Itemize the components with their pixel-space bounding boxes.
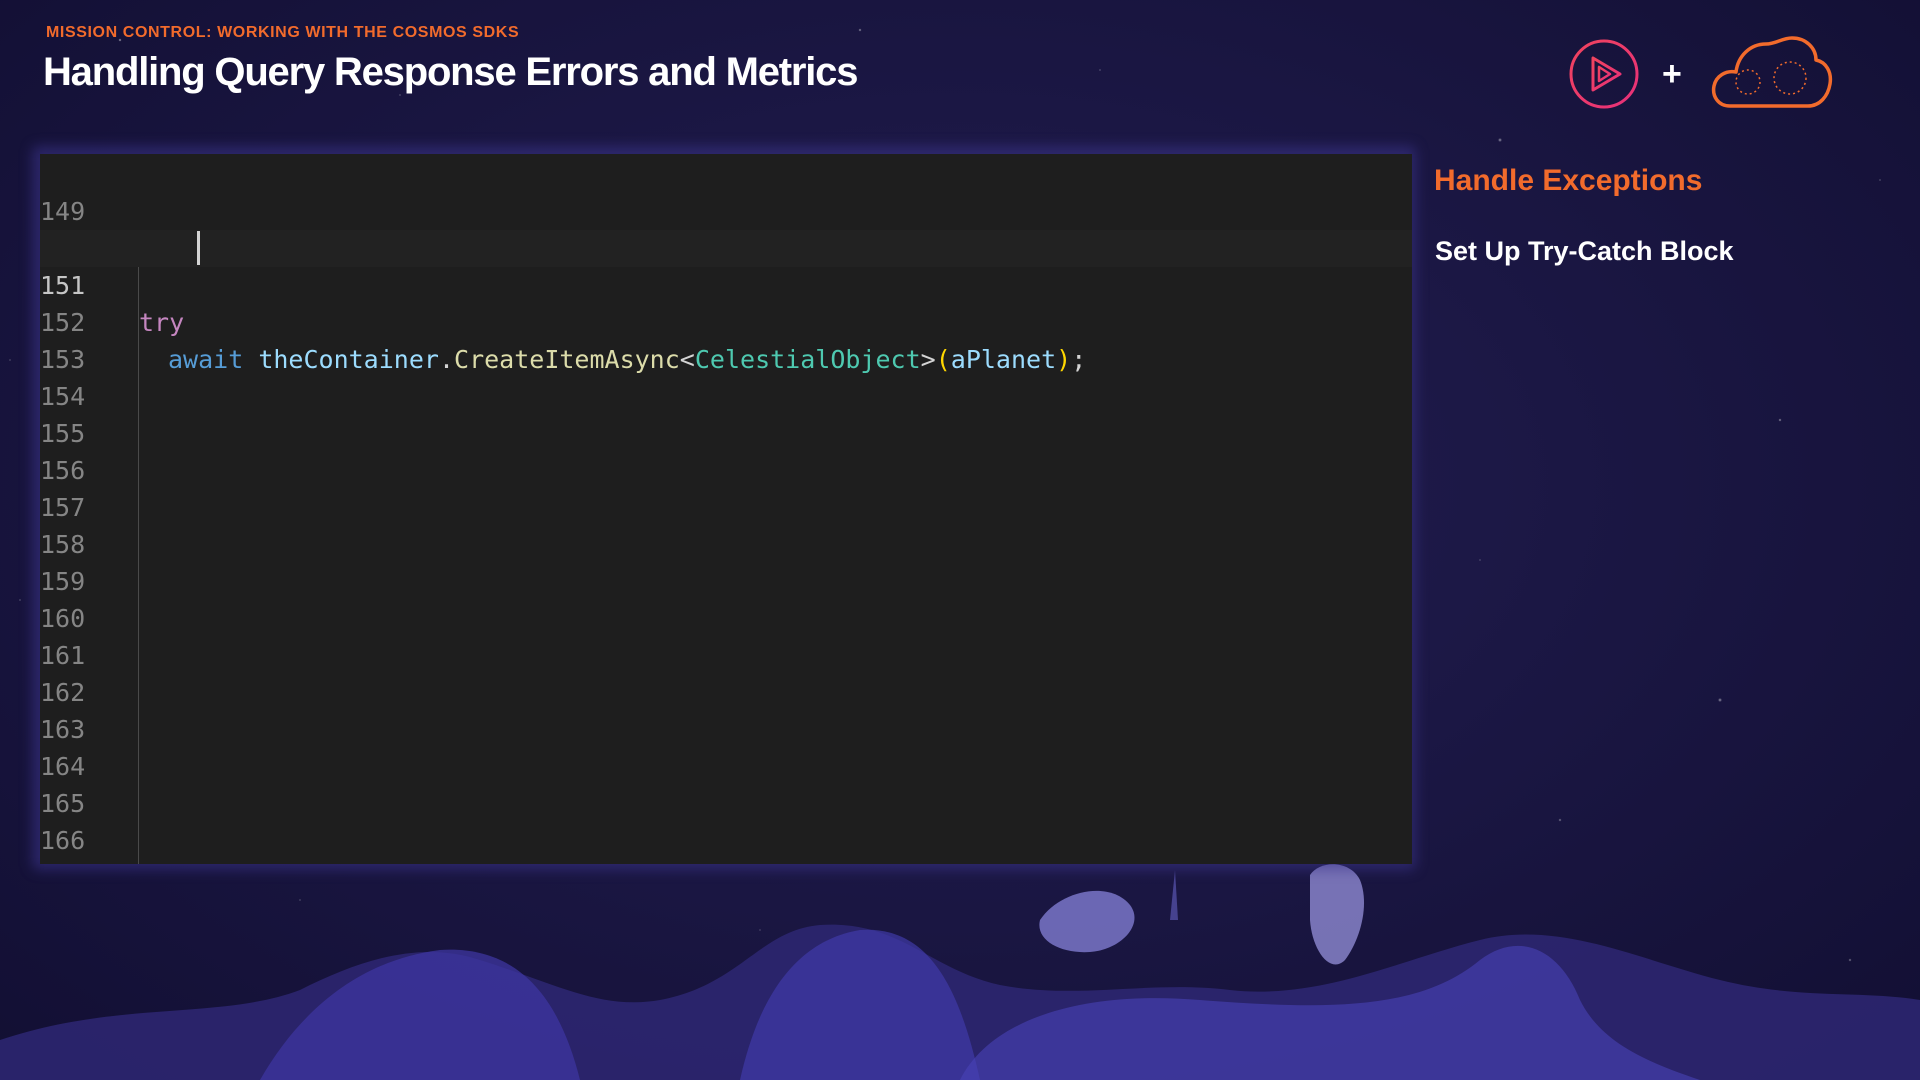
code-line[interactable]: 165 <box>40 748 1412 818</box>
code-line[interactable]: 161 <box>40 600 1412 670</box>
play-circle-icon <box>1569 39 1639 109</box>
code-line[interactable]: 156 <box>40 415 1412 485</box>
page-title: Handling Query Response Errors and Metri… <box>43 50 858 94</box>
code-line[interactable]: 159 <box>40 526 1412 596</box>
code-line[interactable]: 167 <box>40 822 1412 864</box>
code-line-current[interactable]: 151 try <box>40 230 1412 337</box>
line-number: 167 <box>40 859 85 864</box>
indent-guide <box>138 267 139 864</box>
section-heading: Handle Exceptions <box>1434 164 1703 197</box>
step-label: Set Up Try-Catch Block <box>1435 236 1734 266</box>
code-line[interactable]: 150 <box>40 193 1412 263</box>
course-eyebrow: MISSION CONTROL: WORKING WITH THE COSMOS… <box>46 24 520 41</box>
code-line[interactable]: 158 <box>40 489 1412 559</box>
code-line[interactable]: 160 <box>40 563 1412 633</box>
plus-sign: + <box>1662 55 1682 93</box>
code-line[interactable]: 162 <box>40 637 1412 707</box>
code-editor[interactable]: 149 150 151 try 152 await theContainer.C… <box>40 154 1412 864</box>
code-line[interactable]: 153 <box>40 304 1412 374</box>
code-line[interactable]: 163 <box>40 674 1412 744</box>
code-line[interactable]: 152 await theContainer.CreateItemAsync<C… <box>40 267 1412 374</box>
code-line[interactable]: 164 <box>40 711 1412 781</box>
text-cursor <box>197 231 200 265</box>
code-line[interactable]: 157 <box>40 452 1412 522</box>
code-line[interactable]: 166 <box>40 785 1412 855</box>
code-line[interactable]: 155 <box>40 378 1412 448</box>
code-line[interactable]: 154 <box>40 341 1412 411</box>
code-line[interactable]: 149 <box>40 156 1412 226</box>
cloud-icon <box>1711 36 1833 108</box>
